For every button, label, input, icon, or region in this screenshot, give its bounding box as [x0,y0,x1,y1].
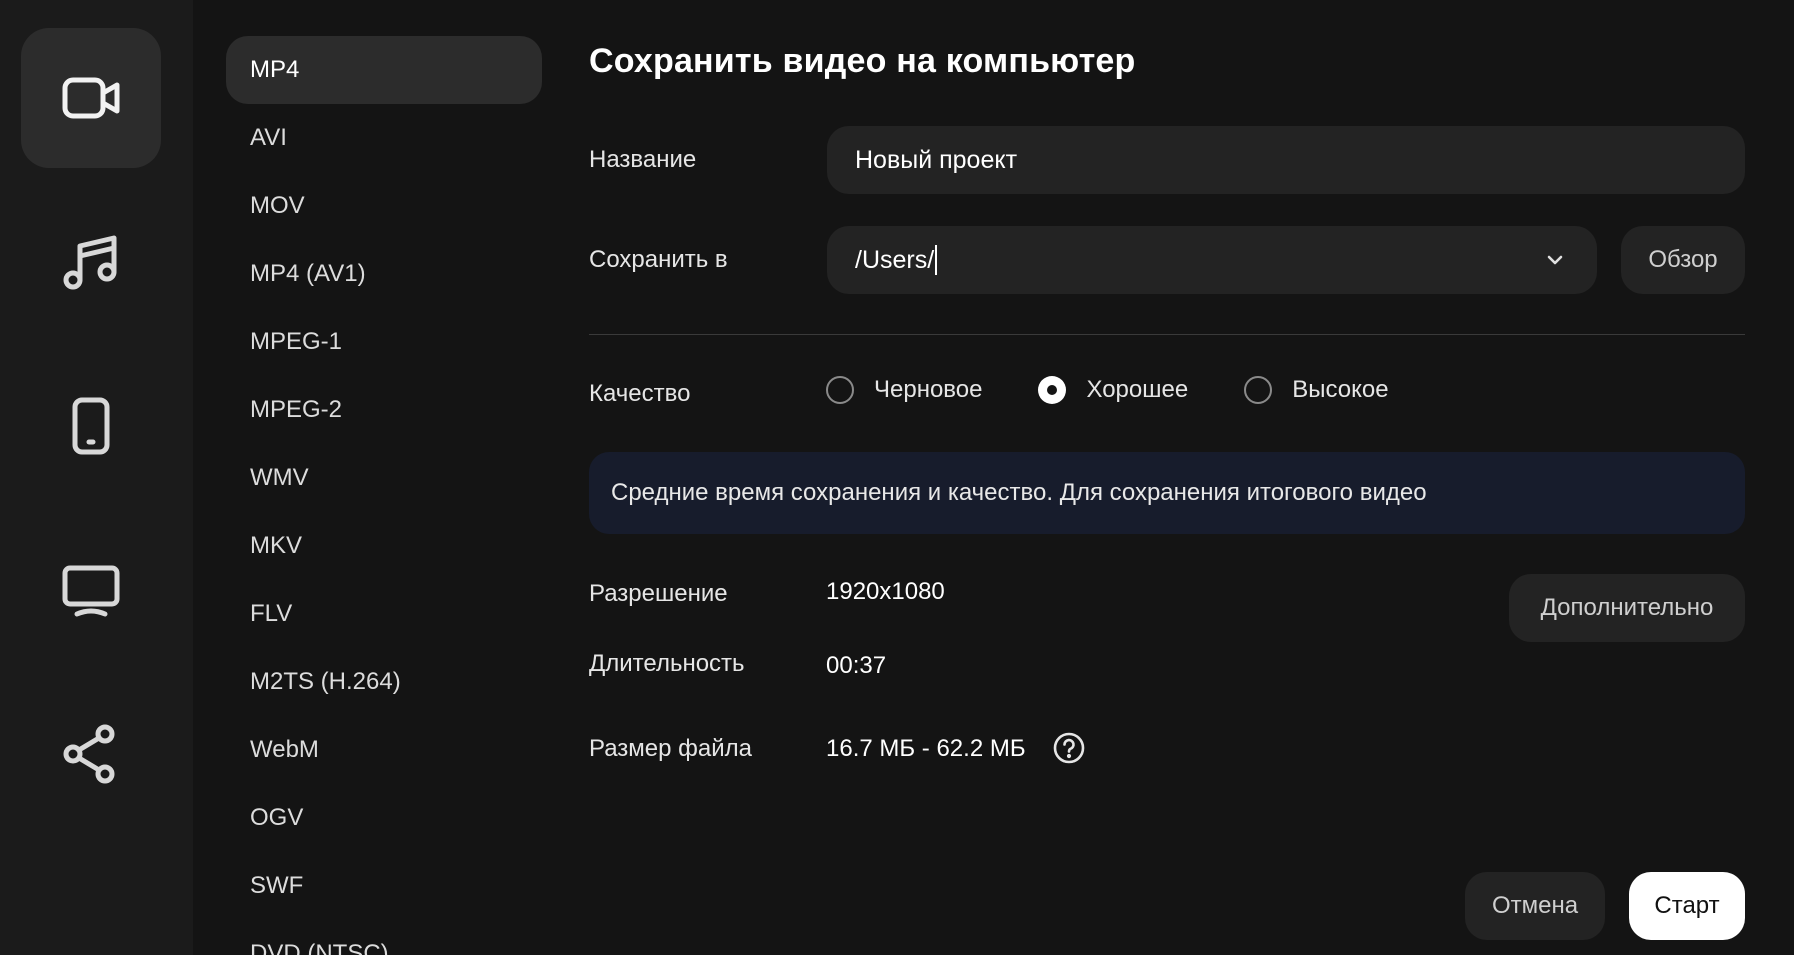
smartphone-icon [72,397,110,455]
start-button[interactable]: Старт [1629,872,1745,940]
save-path-field[interactable]: /Users/ [827,226,1597,294]
name-field-value: Новый проект [855,145,1018,174]
format-item-webm[interactable]: WebM [226,716,542,784]
save-to-label: Сохранить в [589,246,728,273]
quality-good-label: Хорошее [1086,376,1189,403]
left-rail [0,0,193,955]
quality-high-label: Высокое [1292,376,1389,403]
quality-radio-group: Черновое Хорошее Высокое [826,376,1445,404]
help-icon[interactable] [1052,731,1086,765]
radio-checked-icon [1038,376,1067,404]
format-item-mp4[interactable]: MP4 [226,36,542,104]
format-item-ogv[interactable]: OGV [226,784,542,852]
radio-unchecked-icon [826,376,854,404]
name-field[interactable]: Новый проект [827,126,1745,194]
format-item-dvd-ntsc[interactable]: DVD (NTSC) [226,920,542,955]
text-caret [935,245,938,275]
format-item-mpeg1[interactable]: MPEG-1 [226,308,542,376]
format-item-mkv[interactable]: MKV [226,512,542,580]
format-item-wmv[interactable]: WMV [226,444,542,512]
rail-tv-button[interactable] [21,520,161,660]
rail-music-button[interactable] [21,192,161,332]
quality-info-text: Средние время сохранения и качество. Для… [611,479,1427,506]
duration-value: 00:37 [826,652,887,679]
format-item-m2ts[interactable]: M2TS (H.264) [226,648,542,716]
quality-draft-radio[interactable]: Черновое [826,376,982,404]
export-dialog: Сохранить видео на компьютер Название Но… [589,0,1745,955]
format-item-flv[interactable]: FLV [226,580,542,648]
format-item-mpeg2[interactable]: MPEG-2 [226,376,542,444]
music-note-icon [63,235,117,290]
browse-button[interactable]: Обзор [1621,226,1745,294]
rail-video-button[interactable] [21,28,161,168]
filesize-label: Размер файла [589,735,753,762]
format-item-mp4-av1[interactable]: MP4 (AV1) [226,240,542,308]
cancel-button[interactable]: Отмена [1465,872,1605,940]
quality-info-box: Средние время сохранения и качество. Для… [589,452,1745,534]
divider [589,334,1745,335]
quality-high-radio[interactable]: Высокое [1244,376,1389,404]
rail-mobile-button[interactable] [21,356,161,496]
duration-label: Длительность [589,650,745,677]
format-item-mov[interactable]: MOV [226,172,542,240]
name-label: Название [589,146,697,173]
quality-good-radio[interactable]: Хорошее [1038,376,1188,404]
format-list: MP4 AVI MOV MP4 (AV1) MPEG-1 MPEG-2 WMV … [193,0,555,955]
share-icon [63,724,115,784]
chevron-down-icon[interactable] [1543,248,1567,272]
video-camera-icon [62,77,120,119]
filesize-value: 16.7 МБ - 62.2 МБ [826,735,1026,762]
format-item-avi[interactable]: AVI [226,104,542,172]
quality-draft-label: Черновое [874,376,983,403]
advanced-button[interactable]: Дополнительно [1509,574,1745,642]
format-item-swf[interactable]: SWF [226,852,542,920]
quality-label: Качество [589,380,691,407]
rail-share-button[interactable] [21,684,161,824]
save-path-value: /Users/ [855,245,935,274]
radio-unchecked-icon [1244,376,1273,404]
page-title: Сохранить видео на компьютер [589,42,1136,80]
monitor-icon [62,565,120,617]
resolution-value: 1920x1080 [826,578,945,605]
resolution-label: Разрешение [589,580,728,607]
